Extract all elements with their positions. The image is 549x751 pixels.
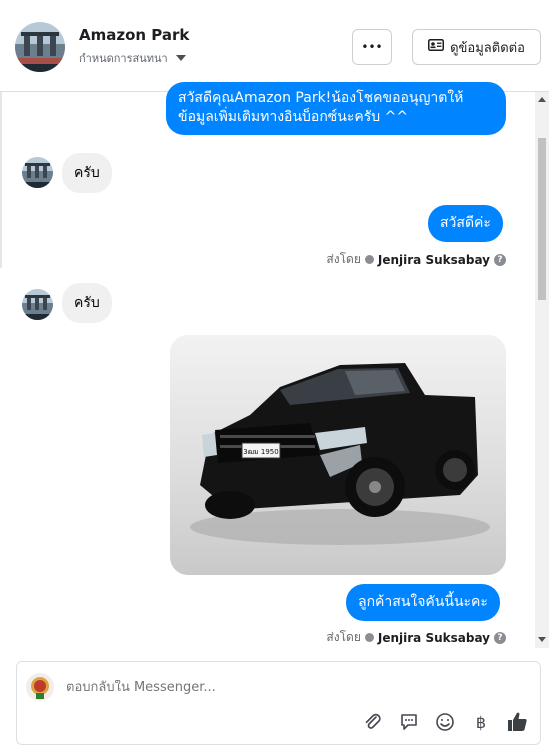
scrollbar[interactable] [535, 92, 549, 648]
sent-by-label: ส่งโดย [326, 630, 361, 644]
reply-composer: ฿ [16, 661, 541, 745]
assign-label: กำหนดการสนทนา [79, 52, 168, 65]
view-contact-button[interactable]: ดูข้อมูลติดต่อ [412, 29, 541, 65]
view-contact-label: ดูข้อมูลติดต่อ [450, 40, 525, 56]
smiley-icon[interactable] [434, 711, 456, 733]
conversation-header: Amazon Park กำหนดการสนทนา ••• ดูข้อมูลติ… [0, 0, 549, 92]
outgoing-message[interactable]: ลูกค้าสนใจคันนี้นะคะ [346, 584, 500, 621]
contact-avatar[interactable] [22, 289, 53, 320]
contact-avatar[interactable] [22, 157, 53, 188]
agent-name: Jenjira Suksabay [377, 252, 490, 267]
outgoing-message[interactable]: สวัสดีคุณAmazon Park!น้องโชคขออนุญาตให้ … [166, 82, 506, 135]
composer-toolbar: ฿ [362, 710, 528, 734]
verified-icon [364, 255, 374, 264]
baht-icon[interactable]: ฿ [470, 711, 492, 733]
help-icon[interactable]: ? [494, 253, 506, 266]
scroll-up-arrow-icon[interactable] [538, 97, 546, 102]
sent-by-info: ส่งโดย Jenjira Suksabay ? [326, 250, 506, 269]
sender-avatar [26, 673, 54, 701]
agent-name: Jenjira Suksabay [377, 630, 490, 645]
help-icon[interactable]: ? [494, 631, 506, 644]
panel-divider [0, 92, 2, 268]
sent-by-label: ส่งโดย [326, 252, 361, 266]
reply-input[interactable] [66, 680, 506, 695]
chat-bubble-icon[interactable] [398, 711, 420, 733]
license-plate: 3ฒม 1950 [243, 448, 278, 456]
more-icon: ••• [361, 40, 383, 54]
sent-by-info: ส่งโดย Jenjira Suksabay ? [326, 628, 506, 647]
contact-card-icon [428, 39, 445, 55]
assign-conversation-dropdown[interactable]: กำหนดการสนทนา [79, 49, 186, 67]
paperclip-icon[interactable] [362, 711, 384, 733]
thumbs-up-icon[interactable] [506, 711, 528, 733]
svg-text:฿: ฿ [476, 713, 486, 732]
scrollbar-thumb[interactable] [538, 138, 546, 300]
verified-icon [364, 633, 374, 642]
caret-down-icon [175, 55, 186, 61]
message-text-line: สวัสดีคุณAmazon Park!น้องโชคขออนุญาตให้ [178, 90, 464, 106]
scroll-down-arrow-icon[interactable] [538, 637, 546, 642]
page-name: Amazon Park [79, 26, 190, 44]
incoming-message[interactable]: ครับ [62, 153, 112, 193]
vehicle-photo[interactable]: 3ฒม 1950 [170, 335, 506, 575]
outgoing-message[interactable]: สวัสดีค่ะ [428, 205, 503, 242]
more-options-button[interactable]: ••• [352, 29, 392, 65]
incoming-message[interactable]: ครับ [62, 283, 112, 323]
message-text-line: ข้อมูลเพิ่มเติมทางอินบ็อกซ์นะครับ ^^ [178, 109, 409, 125]
page-avatar[interactable] [15, 22, 65, 72]
